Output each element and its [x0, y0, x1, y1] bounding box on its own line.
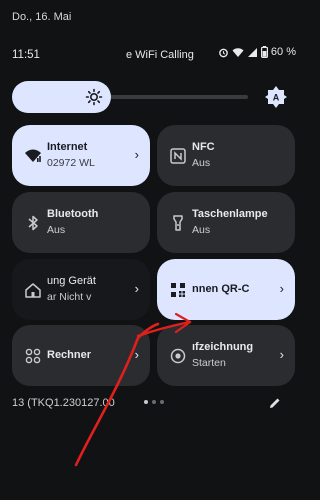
annotation-arrow	[74, 312, 192, 467]
